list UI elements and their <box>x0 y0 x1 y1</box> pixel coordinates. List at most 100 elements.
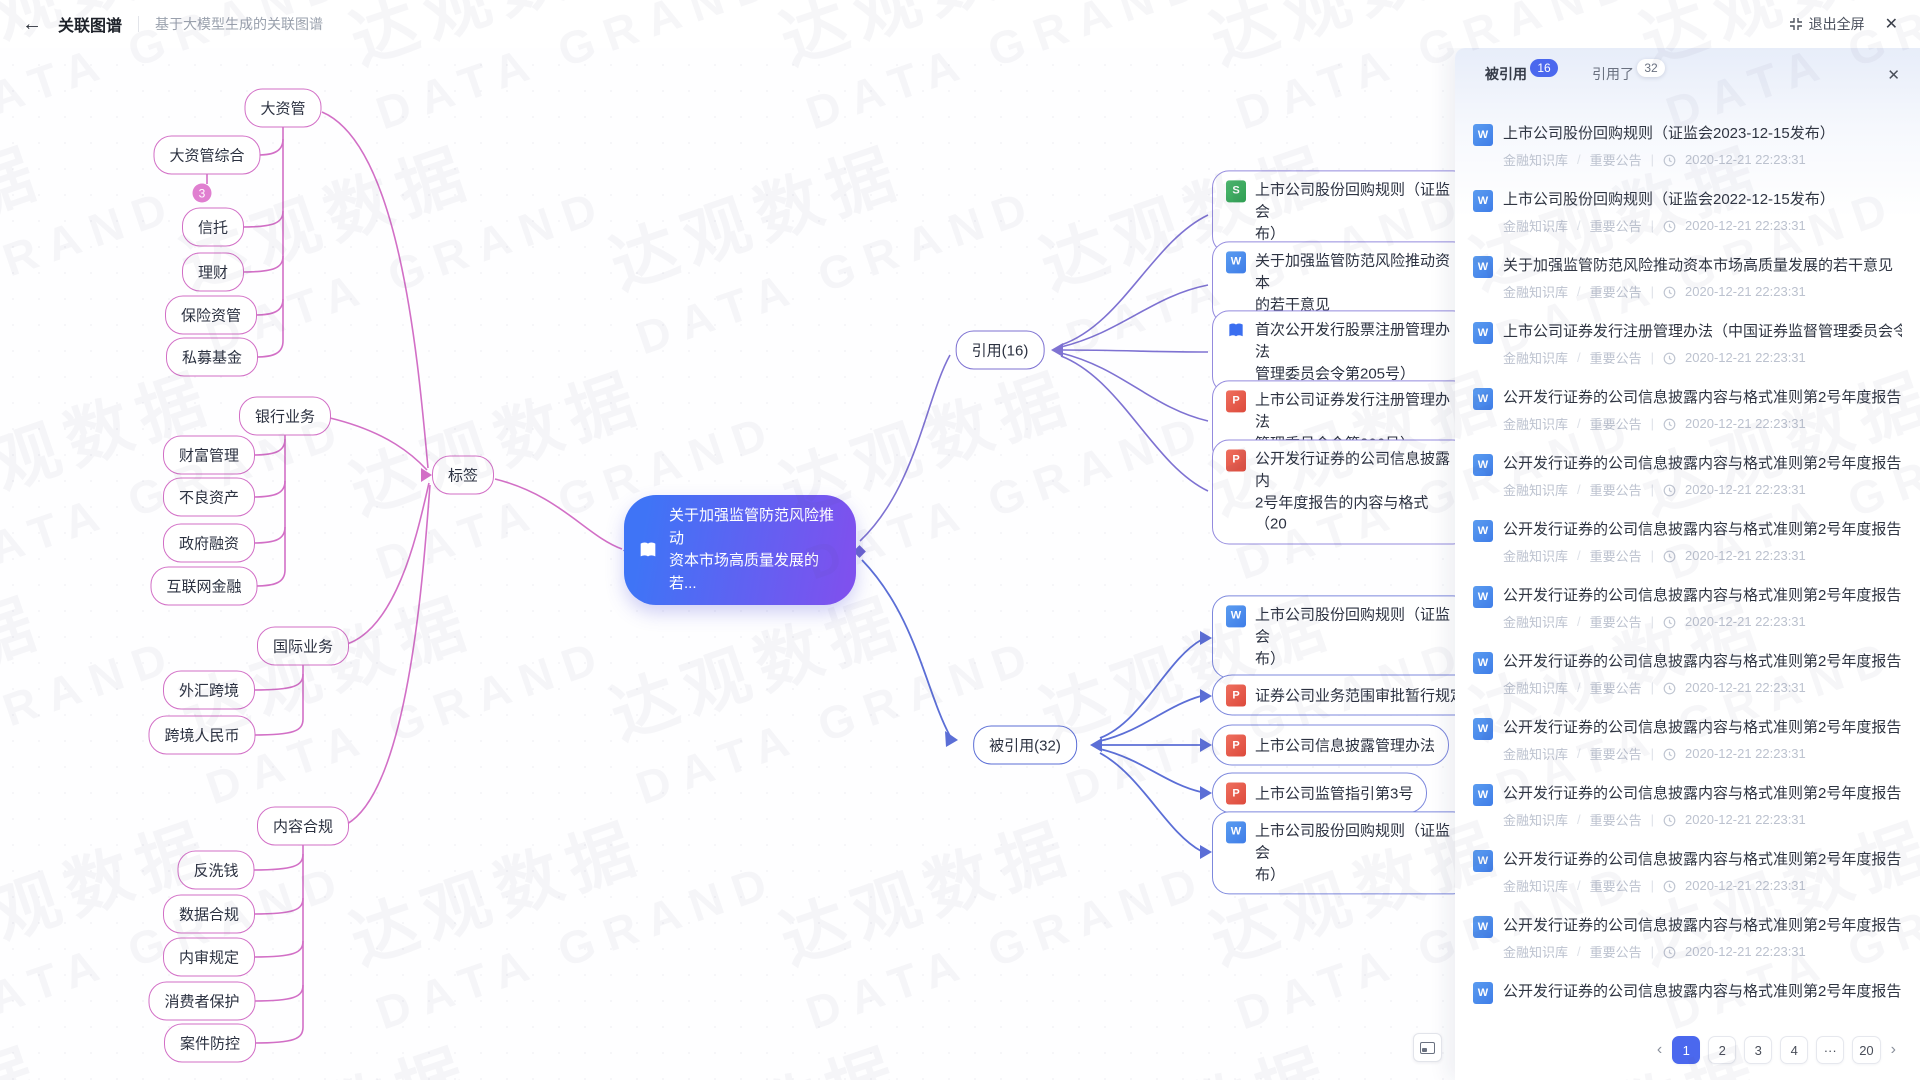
page-button-4[interactable]: 4 <box>1780 1036 1808 1064</box>
page-title: 关联图谱 <box>58 12 122 36</box>
next-page-button[interactable]: › <box>1889 1041 1898 1059</box>
item-time: 2020-12-21 22:23:31 <box>1685 944 1806 959</box>
divider <box>138 16 139 32</box>
word-icon: W <box>1473 916 1493 938</box>
doc-node[interactable]: P 上市公司监管指引第3号 <box>1212 773 1427 814</box>
tag-node-hulianwangjinrong[interactable]: 互联网金融 <box>150 567 257 606</box>
doc-node[interactable]: P 上市公司信息披露管理办法 <box>1212 725 1449 766</box>
cited-branch-node[interactable]: 被引用(32) <box>973 726 1077 765</box>
document-list: W 上市公司股份回购规则（证监会2023-12-15发布） 金融知识库 / 重要… <box>1455 106 1920 1008</box>
tag-node-licai[interactable]: 理财 <box>182 253 244 292</box>
item-title: 公开发行证券的公司信息披露内容与格式准则第2号年度报告的内... <box>1503 518 1902 539</box>
meta-separator: | <box>1651 680 1654 695</box>
panel-tabs: 被引用 16 引用了 32 <box>1455 48 1920 92</box>
collapsed-count-badge[interactable]: 3 <box>193 184 212 203</box>
doc-node[interactable]: P 证券公司业务范围审批暂行规定 <box>1212 675 1479 716</box>
meta-separator: / <box>1577 482 1581 497</box>
tag-node-yinhangyewu[interactable]: 银行业务 <box>239 397 331 436</box>
meta-separator: | <box>1651 482 1654 497</box>
tag-node-fanxiqian[interactable]: 反洗钱 <box>177 851 254 890</box>
list-item[interactable]: W 关于加强监管防范风险推动资本市场高质量发展的若干意见 金融知识库 / 重要公… <box>1473 244 1902 310</box>
list-item[interactable]: W 公开发行证券的公司信息披露内容与格式准则第2号年度报告的内... 金融知识库… <box>1473 904 1902 970</box>
exit-fullscreen-button[interactable]: 退出全屏 <box>1789 14 1865 34</box>
cite-branch-node[interactable]: 引用(16) <box>956 331 1045 370</box>
doc-node[interactable]: P 公开发行证券的公司信息披露内2号年度报告的内容与格式（20 <box>1212 440 1470 545</box>
list-item[interactable]: W 公开发行证券的公司信息披露内容与格式准则第2号年度报告的内... 金融知识库… <box>1473 772 1902 838</box>
item-meta: 金融知识库 / 重要公告 | 2020-12-21 22:23:31 <box>1503 216 1835 235</box>
tag-node-neironghegui[interactable]: 内容合规 <box>257 807 349 846</box>
back-arrow-icon[interactable]: ← <box>22 13 42 36</box>
tab-cited-by[interactable]: 被引用 16 <box>1485 64 1558 84</box>
list-item[interactable]: W 公开发行证券的公司信息披露内容与格式准则第2号年度报告的内... 金融知识库… <box>1473 508 1902 574</box>
item-meta: 金融知识库 / 重要公告 | 2020-12-21 22:23:31 <box>1503 810 1902 829</box>
tag-node-baoxianziguan[interactable]: 保险资管 <box>165 296 257 335</box>
list-item[interactable]: W 公开发行证券的公司信息披露内容与格式准则第2号年度报告的内... 金融知识库… <box>1473 442 1902 508</box>
item-source: 金融知识库 <box>1503 282 1568 301</box>
tag-node-xintuo[interactable]: 信托 <box>182 208 244 247</box>
item-tag: 重要公告 <box>1590 546 1642 565</box>
tag-node-waihuikuajing[interactable]: 外汇跨境 <box>163 671 255 710</box>
prev-page-button[interactable]: ‹ <box>1655 1041 1664 1059</box>
meta-separator: / <box>1577 548 1581 563</box>
list-item[interactable]: W 公开发行证券的公司信息披露内容与格式准则第2号年度报告的内... 金融知识库… <box>1473 706 1902 772</box>
page-button-···[interactable]: ··· <box>1816 1036 1844 1064</box>
tab-cites[interactable]: 引用了 32 <box>1592 64 1665 84</box>
pdf-icon: P <box>1226 450 1246 472</box>
item-tag: 重要公告 <box>1590 876 1642 895</box>
clock-icon <box>1663 220 1676 233</box>
meta-separator: | <box>1651 416 1654 431</box>
page-button-20[interactable]: 20 <box>1852 1036 1880 1064</box>
item-meta: 金融知识库 / 重要公告 | 2020-12-21 22:23:31 <box>1503 414 1902 433</box>
tag-node-guojiyewu[interactable]: 国际业务 <box>257 627 349 666</box>
book-icon <box>637 539 659 561</box>
tag-node-neishenguiding[interactable]: 内审规定 <box>163 938 255 977</box>
list-item[interactable]: W 公开发行证券的公司信息披露内容与格式准则第2号年度报告的内... 金融知识库… <box>1473 970 1902 1008</box>
tag-node-anjianfangkong[interactable]: 案件防控 <box>164 1024 256 1063</box>
list-item[interactable]: W 上市公司证券发行注册管理办法（中国证券监督管理委员会令第2... 金融知识库… <box>1473 310 1902 376</box>
doc-node[interactable]: W 上市公司股份回购规则（证监会布） <box>1212 595 1470 678</box>
page-button-3[interactable]: 3 <box>1744 1036 1772 1064</box>
tag-node-dazi-guan[interactable]: 大资管 <box>244 89 321 128</box>
clock-icon <box>1663 550 1676 563</box>
item-source: 金融知识库 <box>1503 612 1568 631</box>
item-tag: 重要公告 <box>1590 282 1642 301</box>
list-item[interactable]: W 上市公司股份回购规则（证监会2022-12-15发布） 金融知识库 / 重要… <box>1473 178 1902 244</box>
item-source: 金融知识库 <box>1503 942 1568 961</box>
page-button-1[interactable]: 1 <box>1672 1036 1700 1064</box>
tag-node-shujuhegui[interactable]: 数据合规 <box>163 895 255 934</box>
pdf-icon: P <box>1226 783 1246 805</box>
list-item[interactable]: W 公开发行证券的公司信息披露内容与格式准则第2号年度报告的内... 金融知识库… <box>1473 376 1902 442</box>
meta-separator: / <box>1577 284 1581 299</box>
panel-close-icon[interactable]: ✕ <box>1887 66 1900 84</box>
list-item[interactable]: W 公开发行证券的公司信息披露内容与格式准则第2号年度报告的内... 金融知识库… <box>1473 838 1902 904</box>
word-icon: W <box>1473 982 1493 1004</box>
close-icon[interactable]: ✕ <box>1885 14 1898 34</box>
tag-node-daziguan-zonghe[interactable]: 大资管综合 <box>153 136 260 175</box>
item-source: 金融知识库 <box>1503 216 1568 235</box>
meta-separator: | <box>1651 218 1654 233</box>
minimap-toggle-button[interactable] <box>1413 1033 1442 1062</box>
item-time: 2020-12-21 22:23:31 <box>1685 416 1806 431</box>
word-icon: W <box>1226 821 1246 843</box>
item-tag: 重要公告 <box>1590 348 1642 367</box>
tag-node-buliangzichan[interactable]: 不良资产 <box>163 478 255 517</box>
page-button-2[interactable]: 2 <box>1708 1036 1736 1064</box>
item-meta: 金融知识库 / 重要公告 | 2020-12-21 22:23:31 <box>1503 480 1902 499</box>
pdf-icon: P <box>1226 685 1246 707</box>
tag-node-caifuguanli[interactable]: 财富管理 <box>163 436 255 475</box>
item-time: 2020-12-21 22:23:31 <box>1685 284 1806 299</box>
tag-node-xiaofeizhebaohu[interactable]: 消费者保护 <box>148 982 255 1021</box>
exit-fullscreen-icon <box>1789 17 1803 31</box>
doc-node[interactable]: W 上市公司股份回购规则（证监会布） <box>1212 811 1470 894</box>
meta-separator: | <box>1651 944 1654 959</box>
list-item[interactable]: W 公开发行证券的公司信息披露内容与格式准则第2号年度报告的内... 金融知识库… <box>1473 640 1902 706</box>
item-tag: 重要公告 <box>1590 480 1642 499</box>
tag-node-zhengfurongzi[interactable]: 政府融资 <box>163 524 255 563</box>
tag-node-kuajingrenminbi[interactable]: 跨境人民币 <box>148 716 255 755</box>
list-item[interactable]: W 公开发行证券的公司信息披露内容与格式准则第2号年度报告的内... 金融知识库… <box>1473 574 1902 640</box>
tag-root-node[interactable]: 标签 <box>432 456 494 495</box>
word-icon: W <box>1473 388 1493 410</box>
center-document-node[interactable]: 关于加强监管防范风险推动 资本市场高质量发展的若... <box>624 495 856 605</box>
tag-node-simujijin[interactable]: 私募基金 <box>166 338 258 377</box>
list-item[interactable]: W 上市公司股份回购规则（证监会2023-12-15发布） 金融知识库 / 重要… <box>1473 112 1902 178</box>
